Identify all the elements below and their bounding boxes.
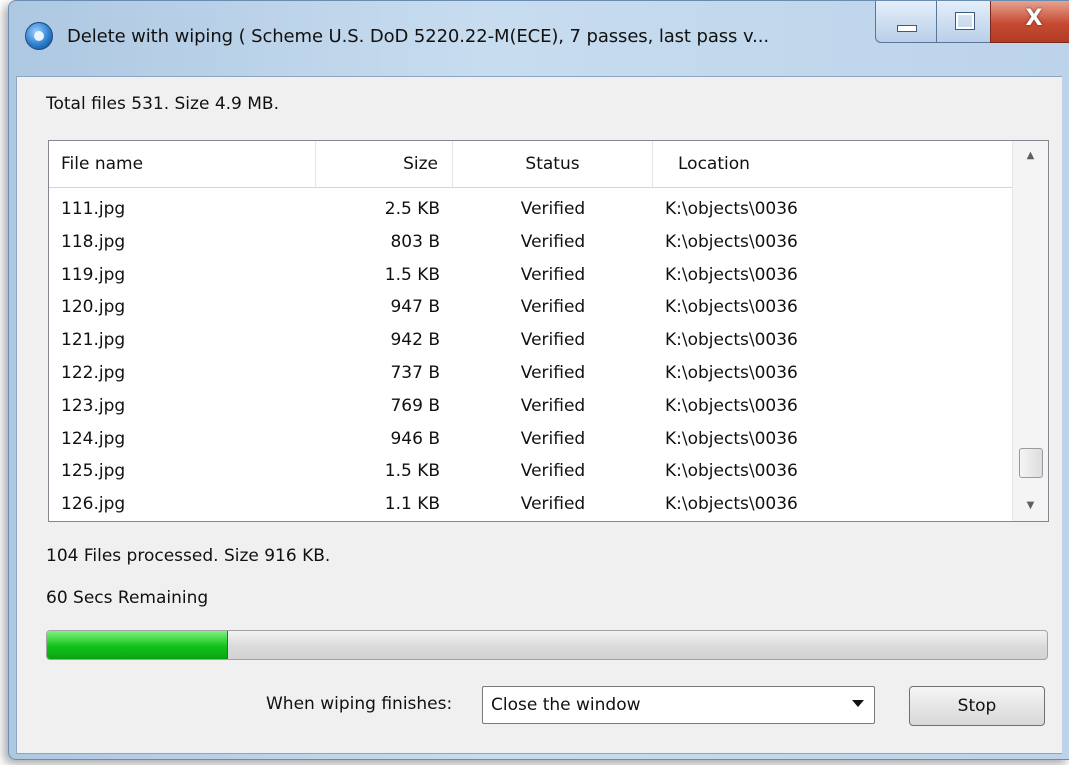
cell-file-name: 126.jpg — [61, 494, 126, 515]
cell-file-name: 123.jpg — [61, 395, 126, 416]
cell-file-name: 121.jpg — [61, 330, 126, 351]
close-icon: X — [1025, 6, 1043, 31]
column-header-status[interactable]: Status — [453, 141, 653, 187]
column-header-size[interactable]: Size — [316, 141, 453, 187]
cell-size: 946 B — [390, 428, 440, 449]
cell-status: Verified — [520, 362, 586, 383]
cell-status: Verified — [520, 264, 586, 285]
cell-size: 737 B — [390, 362, 440, 383]
cell-status: Verified — [520, 297, 586, 318]
table-row[interactable]: 126.jpg 1.1 KB Verified K:\objects\0036 — [49, 488, 1013, 521]
file-list[interactable]: File name Size Status Location 111.jpg 2.… — [48, 140, 1049, 522]
cell-size: 803 B — [390, 231, 440, 252]
progress-bar-fill — [47, 631, 228, 659]
cell-location: K:\objects\0036 — [665, 395, 798, 416]
table-row[interactable]: 119.jpg 1.5 KB Verified K:\objects\0036 — [49, 259, 1013, 292]
cell-file-name: 119.jpg — [61, 264, 126, 285]
cell-location: K:\objects\0036 — [665, 297, 798, 318]
table-row[interactable]: 125.jpg 1.5 KB Verified K:\objects\0036 — [49, 455, 1013, 488]
table-row[interactable]: 120.jpg 947 B Verified K:\objects\0036 — [49, 291, 1013, 324]
table-row[interactable]: 111.jpg 2.5 KB Verified K:\objects\0036 — [49, 193, 1013, 226]
cell-size: 769 B — [390, 395, 440, 416]
cell-status: Verified — [520, 461, 586, 482]
cell-location: K:\objects\0036 — [665, 231, 798, 252]
cell-file-name: 122.jpg — [61, 362, 126, 383]
chevron-down-icon — [852, 700, 864, 707]
cell-file-name: 111.jpg — [61, 199, 126, 219]
cell-location: K:\objects\0036 — [665, 362, 798, 383]
stop-button[interactable]: Stop — [909, 686, 1045, 726]
files-processed-status: 104 Files processed. Size 916 KB. — [46, 546, 331, 566]
scroll-up-arrow-icon[interactable]: ▲ — [1013, 141, 1048, 171]
cell-size: 1.5 KB — [384, 461, 440, 482]
cell-status: Verified — [520, 199, 586, 219]
cell-location: K:\objects\0036 — [665, 428, 798, 449]
cell-size: 2.5 KB — [384, 199, 440, 219]
when-finishes-label: When wiping finishes: — [266, 694, 453, 714]
dropdown-selected-value: Close the window — [491, 695, 641, 715]
table-row[interactable]: 124.jpg 946 B Verified K:\objects\0036 — [49, 423, 1013, 456]
cell-size: 947 B — [390, 297, 440, 318]
cell-file-name: 120.jpg — [61, 297, 126, 318]
maximize-button[interactable] — [936, 1, 991, 43]
cell-file-name: 125.jpg — [61, 461, 126, 482]
cell-status: Verified — [520, 330, 586, 351]
cell-status: Verified — [520, 395, 586, 416]
minimize-icon — [897, 25, 917, 32]
scroll-down-arrow-icon[interactable]: ▼ — [1013, 491, 1048, 521]
window-title: Delete with wiping ( Scheme U.S. DoD 522… — [67, 26, 769, 47]
maximize-icon — [955, 12, 975, 30]
cell-file-name: 124.jpg — [61, 428, 126, 449]
table-row[interactable]: 121.jpg 942 B Verified K:\objects\0036 — [49, 324, 1013, 357]
cell-file-name: 118.jpg — [61, 231, 126, 252]
cell-status: Verified — [520, 231, 586, 252]
table-row[interactable]: 123.jpg 769 B Verified K:\objects\0036 — [49, 390, 1013, 423]
table-row[interactable]: 122.jpg 737 B Verified K:\objects\0036 — [49, 357, 1013, 390]
when-finishes-dropdown[interactable]: Close the window — [482, 686, 875, 724]
cell-location: K:\objects\0036 — [665, 264, 798, 285]
scroll-thumb[interactable] — [1019, 448, 1043, 478]
table-row[interactable]: 118.jpg 803 B Verified K:\objects\0036 — [49, 226, 1013, 259]
list-header: File name Size Status Location — [49, 141, 1013, 188]
vertical-scrollbar[interactable]: ▲ ▼ — [1012, 141, 1048, 521]
app-icon — [25, 22, 53, 50]
time-remaining: 60 Secs Remaining — [46, 588, 209, 608]
minimize-button[interactable] — [875, 1, 937, 43]
cell-status: Verified — [520, 428, 586, 449]
close-button[interactable]: X — [990, 1, 1069, 43]
cell-status: Verified — [520, 494, 586, 515]
list-rows: 111.jpg 2.5 KB Verified K:\objects\0036 118… — [49, 193, 1013, 521]
progress-bar — [46, 630, 1048, 660]
column-header-file-name[interactable]: File name — [49, 141, 316, 187]
cell-location: K:\objects\0036 — [665, 199, 798, 219]
cell-size: 1.1 KB — [384, 494, 440, 515]
cell-size: 942 B — [390, 330, 440, 351]
cell-location: K:\objects\0036 — [665, 330, 798, 351]
cell-size: 1.5 KB — [384, 264, 440, 285]
cell-location: K:\objects\0036 — [665, 461, 798, 482]
total-files-info: Total files 531. Size 4.9 MB. — [46, 94, 279, 114]
title-bar[interactable]: Delete with wiping ( Scheme U.S. DoD 522… — [9, 1, 1069, 77]
column-header-location[interactable]: Location — [653, 141, 1013, 187]
cell-location: K:\objects\0036 — [665, 494, 798, 515]
